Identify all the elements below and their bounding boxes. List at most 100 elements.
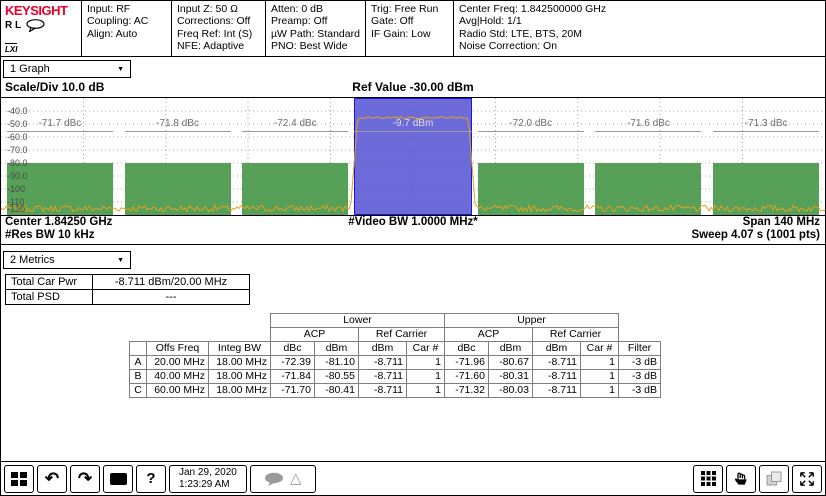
spectrum-trace xyxy=(1,98,825,215)
y-axis-tick-label: -100 xyxy=(7,184,25,194)
header-trigger-column: Trig: Free Run Gate: Off IF Gain: Low xyxy=(365,1,453,56)
keysight-logo: KEYSIGHT xyxy=(5,3,81,18)
expand-arrows-icon xyxy=(799,471,815,487)
date-text: Jan 29, 2020 xyxy=(179,467,237,479)
status-line: NFE: Adaptive xyxy=(177,40,260,52)
messages-button[interactable]: △ xyxy=(250,465,316,493)
help-icon: ? xyxy=(146,470,155,487)
y-axis-tick-label: -120 xyxy=(7,204,25,214)
filter-cell: -3 dB xyxy=(619,356,661,370)
upper-acp-dbm-cell: -80.67 xyxy=(489,356,533,370)
metrics-view-selector-label: 2 Metrics xyxy=(10,254,55,266)
undo-button[interactable]: ↶ xyxy=(37,465,67,493)
lower-car-num-cell: 1 xyxy=(407,384,445,398)
col-header: dBm xyxy=(533,342,581,356)
col-header: Car # xyxy=(407,342,445,356)
chevron-down-icon: ▼ xyxy=(117,257,124,264)
fullscreen-button[interactable] xyxy=(792,465,822,493)
redo-button[interactable]: ↷ xyxy=(70,465,100,493)
brand-block: KEYSIGHT R L LXI xyxy=(1,1,81,56)
metric-label: Total Car Pwr xyxy=(6,275,93,290)
col-header: Filter xyxy=(619,342,661,356)
status-line: Atten: 0 dB xyxy=(271,3,360,15)
col-header: dBm xyxy=(315,342,359,356)
redo-icon: ↷ xyxy=(78,470,92,487)
time-text: 1:23:29 AM xyxy=(179,479,237,491)
offset-dbc-label: -72.0 dBc xyxy=(489,118,573,129)
lower-acp-dbm-cell: -80.41 xyxy=(315,384,359,398)
offset-dbc-label: -72.4 dBc xyxy=(253,118,337,129)
col-header: Offs Freq xyxy=(147,342,209,356)
y-axis-tick-label: -70.0 xyxy=(7,145,28,155)
ref-value-label: Ref Value -30.00 dBm xyxy=(1,80,825,94)
lower-car-num-cell: 1 xyxy=(407,356,445,370)
lower-acp-dbm-cell: -80.55 xyxy=(315,370,359,384)
row-label: B xyxy=(130,370,147,384)
upper-car-num-cell: 1 xyxy=(581,384,619,398)
status-line: Corrections: Off xyxy=(177,15,260,27)
chevron-down-icon: ▼ xyxy=(117,66,124,73)
col-header: dBc xyxy=(271,342,315,356)
y-axis-tick-label: -90.0 xyxy=(7,171,28,181)
lower-car-num-cell: 1 xyxy=(407,370,445,384)
status-line: Gate: Off xyxy=(371,15,448,27)
acp-subheader: ACP xyxy=(271,328,359,342)
table-row: B 40.00 MHz 18.00 MHz -71.84 -80.55 -8.7… xyxy=(130,370,661,384)
lower-acp-dbc-cell: -71.84 xyxy=(271,370,315,384)
status-line: µW Path: Standard xyxy=(271,28,360,40)
metrics-view-selector[interactable]: 2 Metrics ▼ xyxy=(3,251,131,269)
offs-freq-cell: 60.00 MHz xyxy=(147,384,209,398)
upper-ref-dbm-cell: -8.711 xyxy=(533,384,581,398)
status-line: PNO: Best Wide xyxy=(271,40,360,52)
upper-acp-dbc-cell: -71.32 xyxy=(445,384,489,398)
status-line: Align: Auto xyxy=(87,28,166,40)
metric-value: --- xyxy=(93,290,250,305)
graph-footer-row2: #Res BW 10 kHz Sweep 4.07 s (1001 pts) xyxy=(1,229,825,242)
status-line: Noise Correction: On xyxy=(459,40,820,52)
col-header: Car # xyxy=(581,342,619,356)
acp-subheader: ACP xyxy=(445,328,533,342)
display-icon xyxy=(110,473,127,485)
offs-freq-cell: 20.00 MHz xyxy=(147,356,209,370)
upper-car-num-cell: 1 xyxy=(581,356,619,370)
res-bw-annotation: #Res BW 10 kHz xyxy=(5,229,94,242)
filter-cell: -3 dB xyxy=(619,370,661,384)
touch-mode-button[interactable] xyxy=(726,465,756,493)
col-header: dBm xyxy=(359,342,407,356)
table-row: Total PSD --- xyxy=(6,290,250,305)
video-bw-annotation: #Video BW 1.0000 MHz* xyxy=(1,216,825,229)
table-row: A 20.00 MHz 18.00 MHz -72.39 -81.10 -8.7… xyxy=(130,356,661,370)
app-grid-button[interactable] xyxy=(693,465,723,493)
analyzer-screen: KEYSIGHT R L LXI Input: RF Coupling: AC … xyxy=(0,0,826,496)
upper-car-num-cell: 1 xyxy=(581,370,619,384)
table-row: C 60.00 MHz 18.00 MHz -71.70 -80.41 -8.7… xyxy=(130,384,661,398)
spectrum-plot[interactable]: -71.7 dBc-71.8 dBc-72.4 dBc-9.7 dBm-72.0… xyxy=(1,97,825,216)
help-button[interactable]: ? xyxy=(136,465,166,493)
offset-dbc-label: -71.3 dBc xyxy=(724,118,808,129)
touch-hand-icon xyxy=(733,471,749,487)
y-axis-tick-label: -60.0 xyxy=(7,132,28,142)
speech-bubble-icon[interactable] xyxy=(26,19,45,32)
col-header: dBc xyxy=(445,342,489,356)
graph-view-selector-label: 1 Graph xyxy=(10,63,50,75)
upper-acp-dbm-cell: -80.31 xyxy=(489,370,533,384)
integ-bw-cell: 18.00 MHz xyxy=(209,384,271,398)
metric-value: -8.711 dBm/20.00 MHz xyxy=(93,275,250,290)
upper-ref-dbm-cell: -8.711 xyxy=(533,370,581,384)
screenshot-button[interactable] xyxy=(103,465,133,493)
row-label: A xyxy=(130,356,147,370)
lower-acp-dbc-cell: -72.39 xyxy=(271,356,315,370)
header-atten-column: Atten: 0 dB Preamp: Off µW Path: Standar… xyxy=(265,1,365,56)
graph-view-selector[interactable]: 1 Graph ▼ xyxy=(3,60,131,78)
span-annotation: Span 140 MHz xyxy=(743,216,820,229)
upper-acp-dbc-cell: -71.60 xyxy=(445,370,489,384)
status-line: Center Freq: 1.842500000 GHz xyxy=(459,3,820,15)
window-layout-button[interactable] xyxy=(4,465,34,493)
y-axis-tick-label: -80.0 xyxy=(7,158,28,168)
datetime-display[interactable]: Jan 29, 2020 1:23:29 AM xyxy=(169,465,247,493)
rl-indicator: R L xyxy=(5,20,21,31)
layers-button[interactable] xyxy=(759,465,789,493)
ref-carrier-subheader: Ref Carrier xyxy=(533,328,619,342)
status-line: Preamp: Off xyxy=(271,15,360,27)
status-line: IF Gain: Low xyxy=(371,28,448,40)
